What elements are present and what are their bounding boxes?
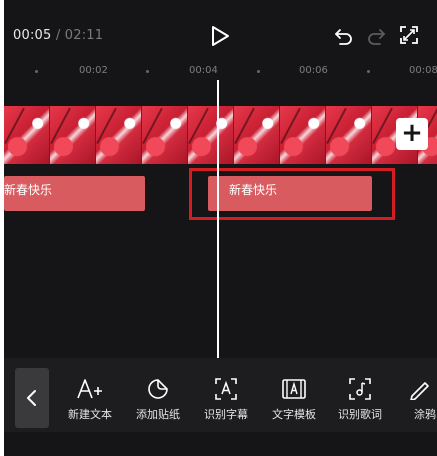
add-text-icon: [77, 379, 102, 399]
tool-label: 涂鸦: [414, 408, 436, 421]
total-time: 02:11: [64, 28, 104, 43]
ruler-dot: [146, 70, 149, 73]
back-button[interactable]: [15, 368, 49, 428]
tool-label: 文字模板: [272, 408, 316, 421]
ruler-dot: [35, 70, 38, 73]
tool-recognize-lyrics[interactable]: 识别歌词: [330, 378, 390, 426]
time-separator: /: [55, 28, 61, 43]
video-frame-thumbnail: [96, 106, 142, 164]
recognize-lyrics-icon: [349, 378, 371, 400]
timeline-ruler: 00:02 00:04 00:06 00:08: [4, 60, 437, 84]
ruler-tick: 00:06: [299, 65, 328, 76]
tool-label: 新建文本: [68, 408, 112, 421]
playhead[interactable]: [217, 80, 219, 358]
video-frame-thumbnail: [50, 106, 96, 164]
ruler-dot: [367, 70, 370, 73]
ruler-dot: [257, 70, 260, 73]
video-frame-thumbnail: [4, 106, 50, 164]
add-clip-button[interactable]: +: [396, 118, 428, 150]
tool-label: 添加贴纸: [136, 408, 180, 421]
time-readout: 00:05 / 02:11: [13, 28, 103, 43]
text-tools-toolbar: 新建文本 添加贴纸 识别字幕 文字模板 识别歌词 涂鸦: [4, 358, 437, 432]
fullscreen-icon[interactable]: [400, 26, 418, 44]
ruler-tick: 00:08: [409, 65, 437, 76]
player-controls-bar: 00:05 / 02:11: [4, 0, 437, 60]
text-template-icon: [282, 379, 306, 399]
video-editor-screen: 00:05 / 02:11 00:02 00:04 00:06 00:08 + …: [4, 0, 437, 456]
tool-text-template[interactable]: 文字模板: [264, 378, 324, 426]
tool-recognize-subtitles[interactable]: 识别字幕: [196, 378, 256, 426]
chevron-left-icon: [27, 390, 36, 406]
video-frame-thumbnail: [280, 106, 326, 164]
video-frame-thumbnail: [188, 106, 234, 164]
tool-doodle[interactable]: 涂鸦: [398, 378, 437, 426]
play-icon[interactable]: [209, 24, 231, 48]
bottom-safe-area: [4, 432, 437, 456]
ruler-tick: 00:02: [79, 65, 108, 76]
text-clip[interactable]: 新春快乐: [4, 176, 145, 211]
video-track-filmstrip[interactable]: [4, 106, 437, 164]
video-frame-thumbnail: [326, 106, 372, 164]
recognize-subtitle-icon: [215, 378, 237, 400]
redo-icon[interactable]: [366, 26, 386, 46]
undo-icon[interactable]: [334, 26, 354, 46]
ruler-tick: 00:04: [189, 65, 218, 76]
highlight-annotation-box: [189, 168, 395, 220]
video-frame-thumbnail: [234, 106, 280, 164]
video-frame-thumbnail: [142, 106, 188, 164]
current-time: 00:05: [13, 28, 52, 43]
tool-label: 识别歌词: [338, 408, 382, 421]
tool-add-sticker[interactable]: 添加贴纸: [128, 378, 188, 426]
sticker-icon: [148, 379, 168, 399]
tool-label: 识别字幕: [204, 408, 248, 421]
doodle-icon: [410, 382, 429, 400]
tool-add-text[interactable]: 新建文本: [60, 378, 120, 426]
